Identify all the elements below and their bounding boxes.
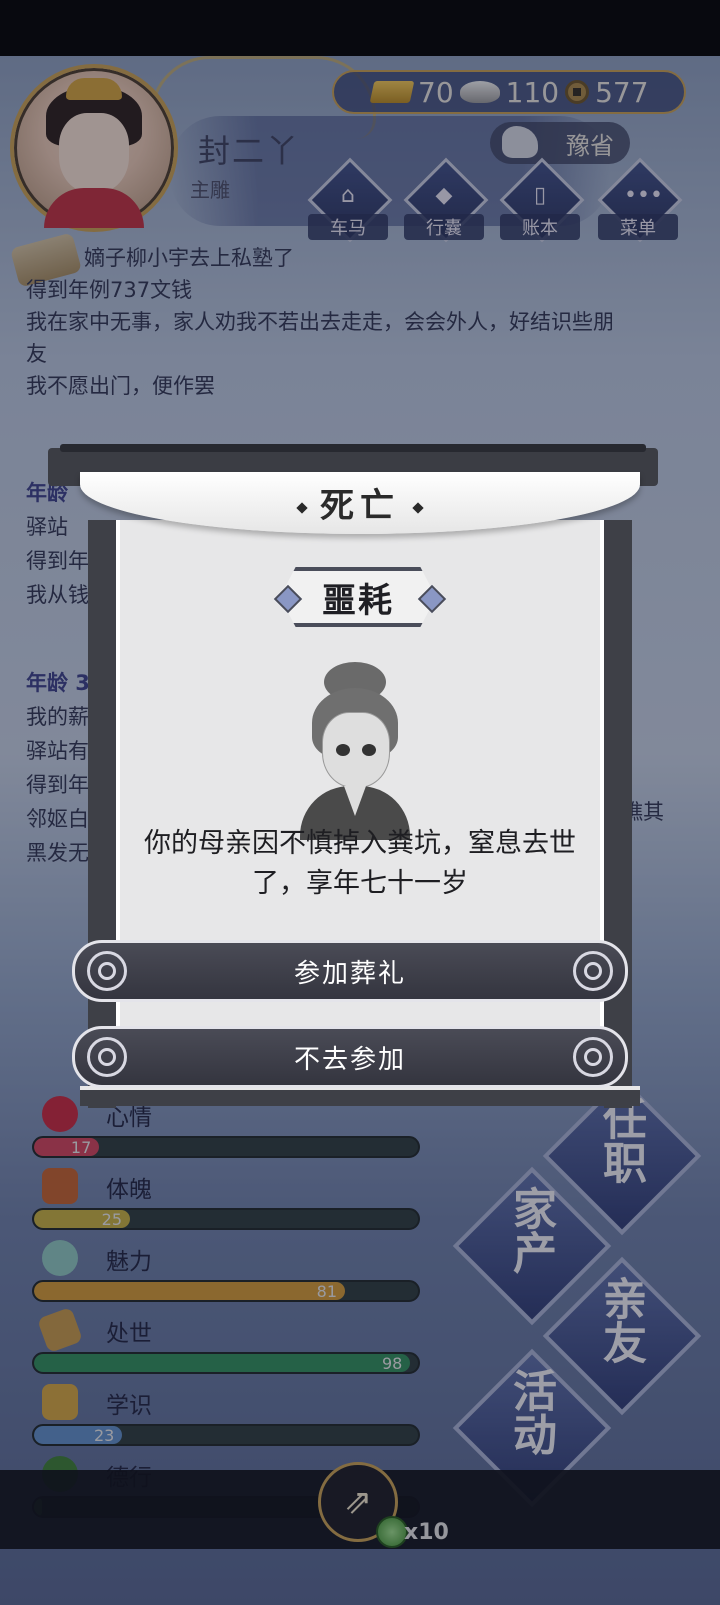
decline-funeral-button[interactable]: 不去参加 bbox=[72, 1026, 628, 1088]
cloud-swirl-icon bbox=[87, 1037, 127, 1077]
button-label: 参加葬礼 bbox=[293, 958, 406, 989]
modal-base bbox=[80, 1086, 640, 1106]
death-message: 你的母亲因不慎掉入粪坑，窒息去世了，享年七十一岁 bbox=[144, 828, 576, 899]
cloud-swirl-icon bbox=[573, 951, 613, 991]
news-plaque: 噩耗 bbox=[280, 567, 436, 627]
button-label: 不去参加 bbox=[293, 1044, 406, 1075]
modal-pillar-right bbox=[604, 520, 632, 1108]
cloud-swirl-icon bbox=[573, 1037, 613, 1077]
title-ornament bbox=[412, 501, 424, 514]
attend-funeral-button[interactable]: 参加葬礼 bbox=[72, 940, 628, 1002]
modal-pillar-left bbox=[88, 520, 116, 1108]
modal-roof-edge bbox=[60, 444, 646, 452]
dialog-title-text: 死亡 bbox=[320, 486, 400, 526]
title-ornament bbox=[296, 501, 308, 514]
dialog-title: 死亡 bbox=[0, 478, 720, 527]
mother-portrait bbox=[300, 662, 410, 840]
cloud-swirl-icon bbox=[87, 951, 127, 991]
portrait-face bbox=[322, 712, 390, 788]
portrait-eye bbox=[362, 744, 376, 756]
portrait-eye bbox=[336, 744, 350, 756]
